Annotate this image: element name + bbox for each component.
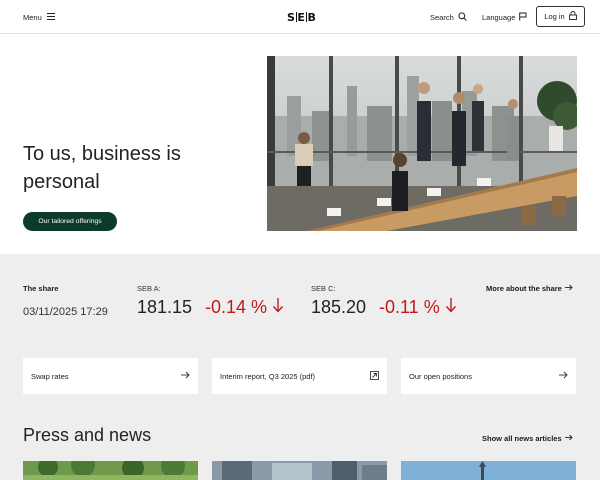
arrow-down-icon — [272, 297, 284, 318]
search-label: Search — [430, 12, 454, 22]
hamburger-icon — [46, 12, 55, 22]
more-about-share-label: More about the share — [486, 284, 562, 293]
open-positions-label: Our open positions — [409, 371, 472, 381]
seb-c-price: 185.20 — [311, 297, 367, 317]
download-file-icon — [370, 370, 379, 382]
login-label: Log in — [544, 12, 565, 21]
swap-rates-card[interactable]: Swap rates — [23, 358, 198, 394]
seb-c-change-value: -0.11 % — [379, 297, 440, 317]
arrow-right-icon — [564, 434, 573, 443]
news-thumbnail[interactable] — [212, 461, 387, 480]
seb-c-change: -0.11 % — [379, 297, 457, 318]
share-datetime: 03/11/2025 17:29 — [23, 306, 108, 318]
search-link[interactable]: Search — [430, 10, 467, 24]
seb-logo[interactable]: SEB — [287, 11, 316, 24]
arrow-right-icon — [564, 284, 573, 293]
press-and-news-heading: Press and news — [23, 425, 152, 445]
interim-report-card[interactable]: Interim report, Q3 2025 (pdf) — [212, 358, 387, 394]
hero-title: To us, business is personal — [23, 143, 181, 193]
menu-label: Menu — [23, 12, 42, 22]
share-and-news-section: The share 03/11/2025 17:29 SEB A: 181.15… — [0, 254, 600, 480]
hero-photo — [267, 56, 577, 231]
more-about-share-link[interactable]: More about the share — [486, 284, 573, 293]
tailored-offerings-button[interactable]: Our tailored offerings — [23, 212, 117, 231]
interim-report-label: Interim report, Q3 2025 (pdf) — [220, 371, 316, 381]
menu-button[interactable]: Menu — [23, 10, 55, 24]
arrow-right-icon — [181, 371, 190, 381]
search-icon — [458, 11, 467, 23]
hero-section: To us, business is personal Our tailored… — [0, 34, 600, 254]
seb-a-label: SEB A: — [137, 284, 161, 293]
seb-a-price: 181.15 — [137, 297, 193, 317]
arrow-down-icon — [445, 297, 457, 318]
logo-letter-b: B — [307, 11, 317, 24]
language-link[interactable]: Language — [482, 10, 527, 24]
swap-rates-label: Swap rates — [31, 371, 69, 381]
open-positions-card[interactable]: Our open positions — [401, 358, 576, 394]
site-header: Menu SEB Search Language Log in — [0, 0, 600, 34]
logo-letter-s: S — [287, 11, 296, 24]
seb-c-label: SEB C: — [311, 284, 336, 293]
login-button[interactable]: Log in — [536, 6, 585, 27]
news-thumbnail[interactable] — [401, 461, 576, 480]
seb-a-change: -0.14 % — [205, 297, 284, 318]
seb-a-change-value: -0.14 % — [205, 297, 268, 317]
show-all-news-label: Show all news articles — [482, 434, 562, 443]
news-thumbnail[interactable] — [23, 461, 198, 480]
lock-icon — [568, 11, 577, 22]
share-label: The share — [23, 284, 59, 293]
arrow-right-icon — [559, 371, 568, 381]
show-all-news-link[interactable]: Show all news articles — [482, 434, 573, 443]
flag-icon — [519, 12, 527, 23]
language-label: Language — [482, 12, 516, 22]
